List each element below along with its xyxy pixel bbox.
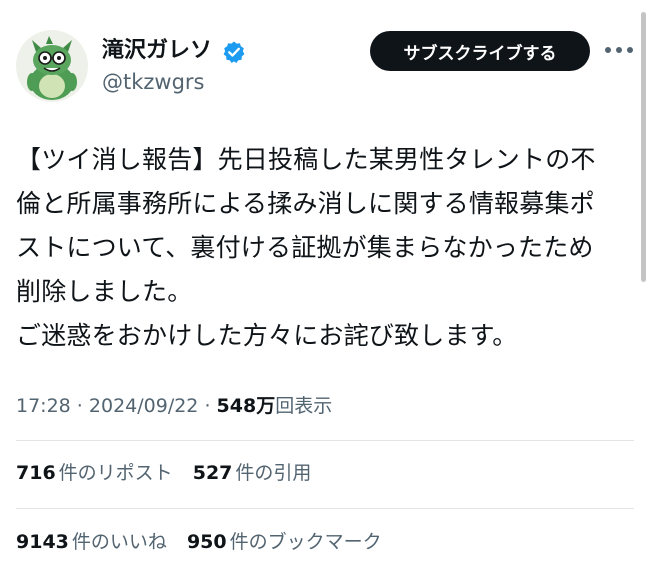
reposts-label: 件のリポスト [58,462,173,484]
stats-row-likes: 9143 件のいいね 950 件のブックマーク [16,528,396,556]
dot-icon [616,47,622,53]
tweet-text: 【ツイ消し報告】先日投稿した某男性タレントの不 倫と所属事務所による揉み消しに関… [16,138,632,358]
verified-badge-icon [223,41,245,63]
tweet-text-line: 削除しました。 [16,277,193,306]
quotes-stat[interactable]: 527 件の引用 [193,459,312,487]
dot-icon [605,47,611,53]
subscribe-button[interactable]: サブスクライブする [370,31,590,71]
tweet-text-line: 【ツイ消し報告】先日投稿した某男性タレントの不 [16,145,596,174]
more-options-icon[interactable] [605,40,633,60]
tweet-meta: 17:28 · 2024/09/22 · 548万回表示 [16,392,332,420]
post-time[interactable]: 17:28 [16,395,71,417]
divider [16,440,634,441]
display-name[interactable]: 滝沢ガレソ [102,37,212,65]
meta-separator: · [198,395,217,417]
tweet-text-line: ご迷惑をおかけした方々にお詫び致します。 [16,321,518,350]
bookmarks-label: 件のブックマーク [229,531,382,553]
reposts-count: 716 [16,462,56,484]
scrollbar-thumb[interactable] [641,12,646,282]
quotes-count: 527 [192,462,233,484]
views-count: 548万 [216,395,276,417]
meta-separator: · [70,395,89,417]
views-label: 回表示 [275,395,333,417]
tweet-text-line: ストについて、裏付ける証拠が集まらなかったため [16,233,594,262]
bookmarks-stat[interactable]: 950 件のブックマーク [187,528,382,556]
bookmarks-count: 950 [186,531,227,553]
quotes-label: 件の引用 [235,462,312,484]
divider [16,508,634,509]
reposts-stat[interactable]: 716 件のリポスト [16,459,173,487]
dot-icon [627,47,633,53]
tweet-text-line: 倫と所属事務所による揉み消しに関する情報募集ポ [16,189,595,218]
post-date[interactable]: 2024/09/22 [89,395,199,417]
likes-label: 件のいいね [71,531,167,553]
dragon-avatar-icon[interactable] [16,30,88,102]
user-handle[interactable]: @tkzwgrs [102,69,205,95]
avatar-image [16,30,88,102]
tweet-header: 滝沢ガレソ @tkzwgrs サブスクライブする [0,0,640,110]
likes-stat[interactable]: 9143 件のいいね [16,528,167,556]
stats-row-reposts: 716 件のリポスト 527 件の引用 [16,459,325,487]
likes-count: 9143 [16,531,69,553]
